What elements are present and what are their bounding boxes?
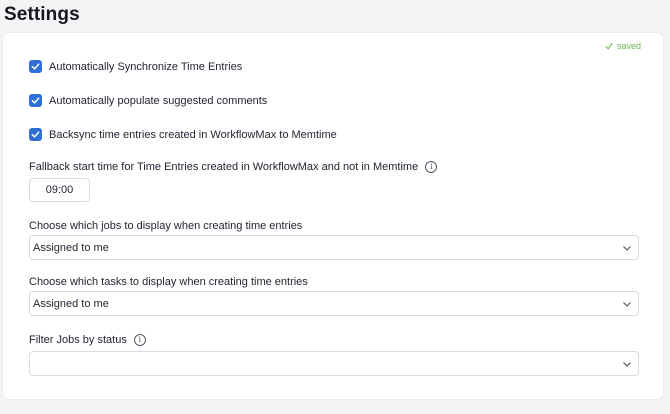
fallback-time-label: Fallback start time for Time Entries cre… [29,161,419,173]
jobs-select-value: Assigned to me [33,241,109,254]
auto-sync-checkbox[interactable] [29,60,42,73]
info-icon[interactable]: i [425,161,438,173]
settings-card: saved Automatically Synchronize Time Ent… [3,33,663,399]
auto-comments-label: Automatically populate suggested comment… [49,94,268,107]
saved-indicator: saved [605,41,641,51]
backsync-label: Backsync time entries created in Workflo… [49,128,337,141]
jobs-select-label-row: Choose which jobs to display when creati… [29,220,302,232]
auto-sync-label: Automatically Synchronize Time Entries [49,60,243,73]
jobs-select-label: Choose which jobs to display when creati… [29,220,303,232]
auto-comments-checkbox[interactable] [29,94,42,107]
auto-sync-option[interactable]: Automatically Synchronize Time Entries [29,60,242,73]
tasks-select[interactable]: Assigned to me [29,291,639,316]
check-icon [31,97,40,104]
status-filter-select[interactable] [29,351,639,376]
chevron-down-icon [623,362,631,367]
backsync-option[interactable]: Backsync time entries created in Workflo… [29,128,337,141]
chevron-down-icon [623,302,631,307]
saved-label: saved [616,41,641,51]
fallback-time-label-row: Fallback start time for Time Entries cre… [29,161,438,173]
check-icon [31,131,40,138]
page-title: Settings [4,4,80,25]
chevron-down-icon [623,246,631,251]
checkmark-icon [605,42,613,50]
jobs-select[interactable]: Assigned to me [29,235,639,260]
fallback-time-input[interactable]: 09:00 [29,178,90,202]
tasks-select-value: Assigned to me [33,297,109,310]
tasks-select-label-row: Choose which tasks to display when creat… [29,276,308,288]
auto-comments-option[interactable]: Automatically populate suggested comment… [29,94,267,107]
check-icon [31,63,40,70]
status-filter-label-row: Filter Jobs by status i [29,334,146,346]
info-icon[interactable]: i [133,334,146,346]
status-filter-label: Filter Jobs by status [29,334,127,346]
tasks-select-label: Choose which tasks to display when creat… [29,276,308,288]
backsync-checkbox[interactable] [29,128,42,141]
